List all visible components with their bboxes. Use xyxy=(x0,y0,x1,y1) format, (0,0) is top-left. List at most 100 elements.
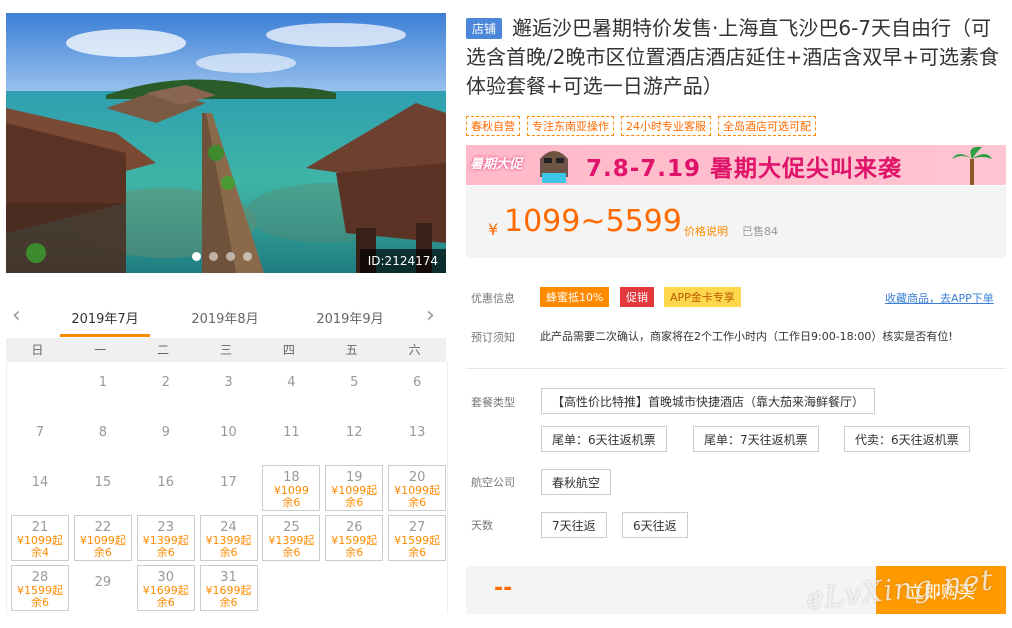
chevron-right-icon[interactable]: › xyxy=(426,304,435,328)
package-option[interactable]: 【高性价比特推】首晚城市快捷酒店（靠大茄来海鲜餐厅） xyxy=(541,388,876,414)
day-number: 10 xyxy=(220,425,237,440)
section-divider xyxy=(466,368,1006,369)
hero-photo xyxy=(6,13,446,273)
calendar-day[interactable]: 30 ¥1699起 余6 xyxy=(136,565,195,611)
day-number: 26 xyxy=(346,520,363,535)
calendar-day: 29 xyxy=(74,565,132,611)
calendar-day: 9 xyxy=(137,415,195,461)
day-number: 15 xyxy=(94,475,112,490)
calendar-day[interactable]: 26 ¥1599起 余6 xyxy=(325,515,384,561)
tab-month-1[interactable]: 2019年7月 xyxy=(60,308,150,327)
weekday-label: 四 xyxy=(282,343,295,357)
airline-label: 航空公司 xyxy=(471,476,515,489)
day-number: 20 xyxy=(408,470,426,485)
feature-tag: 全岛酒店可选可配 xyxy=(718,116,816,136)
day-number: 11 xyxy=(283,425,300,440)
calendar-day[interactable]: 31 ¥1699起 余6 xyxy=(199,565,258,611)
day-number: 9 xyxy=(161,425,170,440)
calendar-day[interactable]: 22 ¥1099起 余6 xyxy=(73,515,132,561)
weekday-label: 六 xyxy=(408,343,421,357)
calendar-day: 10 xyxy=(200,415,258,461)
product-title: 邂逅沙巴暑期特价发售·上海直飞沙巴6-7天自由行（可选含首晚/2晚市区位置酒店酒… xyxy=(466,16,999,98)
tab-month-3[interactable]: 2019年9月 xyxy=(305,308,395,327)
day-remaining: 余6 xyxy=(345,496,364,509)
day-number: 27 xyxy=(408,520,426,535)
weekday-label: 二 xyxy=(157,343,170,357)
honey-discount-badge: 蜂蜜抵10% xyxy=(540,287,610,307)
calendar-day[interactable]: 24 ¥1399起 余6 xyxy=(199,515,258,561)
notice-label: 预订须知 xyxy=(471,331,515,344)
calendar-day: 7 xyxy=(11,415,69,461)
palm-tree-icon xyxy=(952,146,992,185)
package-option[interactable]: 尾单：7天往返机票 xyxy=(693,426,819,452)
carousel-dot[interactable] xyxy=(209,252,218,261)
calendar-day: 16 xyxy=(137,465,195,511)
carousel-dot[interactable] xyxy=(243,252,252,261)
day-remaining: 余6 xyxy=(219,596,238,609)
calendar-day[interactable]: 27 ¥1599起 余6 xyxy=(388,515,447,561)
day-number: 3 xyxy=(224,375,233,390)
feature-tag: 专注东南亚操作 xyxy=(527,116,614,136)
sunglasses-girl-icon xyxy=(540,151,568,183)
tab-month-2[interactable]: 2019年8月 xyxy=(180,308,270,327)
days-option[interactable]: 7天往返 xyxy=(541,512,607,538)
calendar-day[interactable]: 18 ¥1099 余6 xyxy=(262,465,321,511)
calendar-day[interactable]: 19 ¥1099起 余6 xyxy=(325,465,384,511)
calendar-day: 11 xyxy=(262,415,320,461)
calendar-day[interactable]: 20 ¥1099起 余6 xyxy=(388,465,447,511)
day-number: 4 xyxy=(287,375,296,390)
day-remaining: 余6 xyxy=(156,546,175,559)
airline-option[interactable]: 春秋航空 xyxy=(541,469,612,495)
calendar-day: 2 xyxy=(137,365,195,411)
day-remaining: 余6 xyxy=(282,546,301,559)
day-number: 24 xyxy=(220,520,237,535)
price-box: ¥ 1099~5599 价格说明 已售84 xyxy=(466,186,1006,258)
package-option[interactable]: 代卖：6天往返机票 xyxy=(844,426,970,452)
price-note-link[interactable]: 价格说明 xyxy=(684,223,728,239)
day-number: 29 xyxy=(94,575,112,590)
sold-count: 已售84 xyxy=(742,225,778,238)
offers-label: 优惠信息 xyxy=(471,292,515,305)
day-remaining: 余4 xyxy=(31,546,49,559)
calendar-day[interactable]: 23 ¥1399起 余6 xyxy=(136,515,195,561)
carousel-dots xyxy=(192,252,252,261)
calendar-day: 15 xyxy=(74,465,132,511)
day-number: 22 xyxy=(94,520,112,535)
calendar-day[interactable]: 25 ¥1399起 余6 xyxy=(262,515,321,561)
day-remaining: 余6 xyxy=(408,546,427,559)
days-option[interactable]: 6天往返 xyxy=(622,512,688,538)
calendar-day[interactable]: 21 ¥1099起 余4 xyxy=(11,515,69,561)
hero-image[interactable]: ID:2124174 xyxy=(6,13,446,273)
package-label: 套餐类型 xyxy=(471,396,515,409)
chevron-left-icon[interactable]: ‹ xyxy=(12,304,21,328)
day-remaining: 余6 xyxy=(345,546,364,559)
buy-now-button[interactable]: 立即购买 xyxy=(876,566,1006,614)
day-number: 12 xyxy=(346,425,363,440)
carousel-dot[interactable] xyxy=(226,252,235,261)
calendar-grid: 1 2 3 4 5 6 7 8 9 10 11 12 13 14 15 16 17 18 ¥1099 余6 19 ¥109… xyxy=(6,362,448,614)
favorite-app-link[interactable]: 收藏商品，去APP下单 xyxy=(885,290,994,306)
shop-badge: 店铺 xyxy=(466,18,503,39)
day-number: 21 xyxy=(31,520,49,535)
day-number: 13 xyxy=(408,425,426,440)
promo-banner[interactable]: 暑期大促 7.8-7.19 暑期大促尖叫来袭 xyxy=(466,145,1006,185)
calendar-day: 13 xyxy=(388,415,446,461)
weekday-label: 三 xyxy=(219,343,232,357)
package-option[interactable]: 尾单：6天往返机票 xyxy=(541,426,667,452)
day-number: 31 xyxy=(220,570,237,585)
days-label: 天数 xyxy=(471,519,493,532)
day-number: 18 xyxy=(283,470,300,485)
promo-badge: 促销 xyxy=(620,287,654,307)
calendar-day: 4 xyxy=(262,365,320,411)
calendar-day[interactable]: 28 ¥1599起 余6 xyxy=(11,565,69,611)
day-number: 23 xyxy=(157,520,174,535)
calendar-day: 6 xyxy=(388,365,446,411)
weekday-label: 一 xyxy=(94,343,107,357)
day-number: 7 xyxy=(35,425,45,440)
day-remaining: 余6 xyxy=(219,546,238,559)
product-title-block: 邂逅沙巴暑期特价发售·上海直飞沙巴6-7天自由行（可选含首晚/2晚市区位置酒店酒… xyxy=(466,14,1006,101)
day-number: 1 xyxy=(98,375,107,390)
carousel-dot[interactable] xyxy=(192,252,201,261)
day-number: 16 xyxy=(157,475,174,490)
banner-label: 暑期大促 xyxy=(470,157,523,172)
